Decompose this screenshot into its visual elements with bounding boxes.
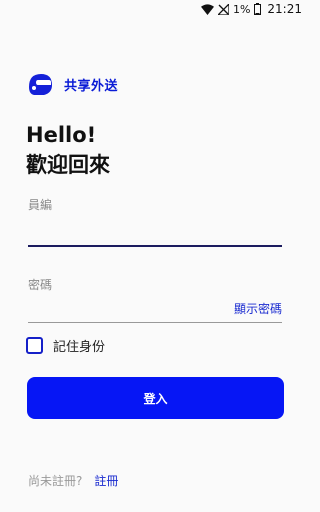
register-prompt: 尚未註冊? xyxy=(28,474,83,488)
battery-percent: 1% xyxy=(232,2,251,16)
wifi-icon xyxy=(200,3,214,15)
show-password-link[interactable]: 顯示密碼 xyxy=(234,300,282,317)
remember-me-row[interactable]: 記住身份 xyxy=(26,336,105,355)
greeting-hello: Hello! xyxy=(26,123,97,147)
remember-me-checkbox[interactable] xyxy=(26,337,43,354)
battery-icon xyxy=(254,3,262,15)
no-signal-icon xyxy=(217,3,229,15)
greeting-welcome: 歡迎回來 xyxy=(26,153,110,177)
employee-id-input[interactable] xyxy=(28,223,282,247)
employee-id-label: 員編 xyxy=(28,198,53,212)
status-bar: 1% 21:21 xyxy=(0,0,308,18)
clock-time: 21:21 xyxy=(267,2,302,16)
password-label: 密碼 xyxy=(28,278,53,292)
login-button[interactable]: 登入 xyxy=(27,377,284,419)
brand-name: 共享外送 xyxy=(64,78,119,94)
greeting: Hello! 歡迎回來 xyxy=(26,120,110,180)
register-link[interactable]: 註冊 xyxy=(94,472,118,489)
register-row: 尚未註冊? 註冊 xyxy=(28,472,118,489)
password-field: 密碼 顯示密碼 xyxy=(28,276,282,323)
remember-me-label: 記住身份 xyxy=(53,340,106,355)
brand-header: 共享外送 xyxy=(26,70,118,98)
helmet-icon xyxy=(26,70,54,98)
employee-id-field: 員編 xyxy=(28,196,282,247)
